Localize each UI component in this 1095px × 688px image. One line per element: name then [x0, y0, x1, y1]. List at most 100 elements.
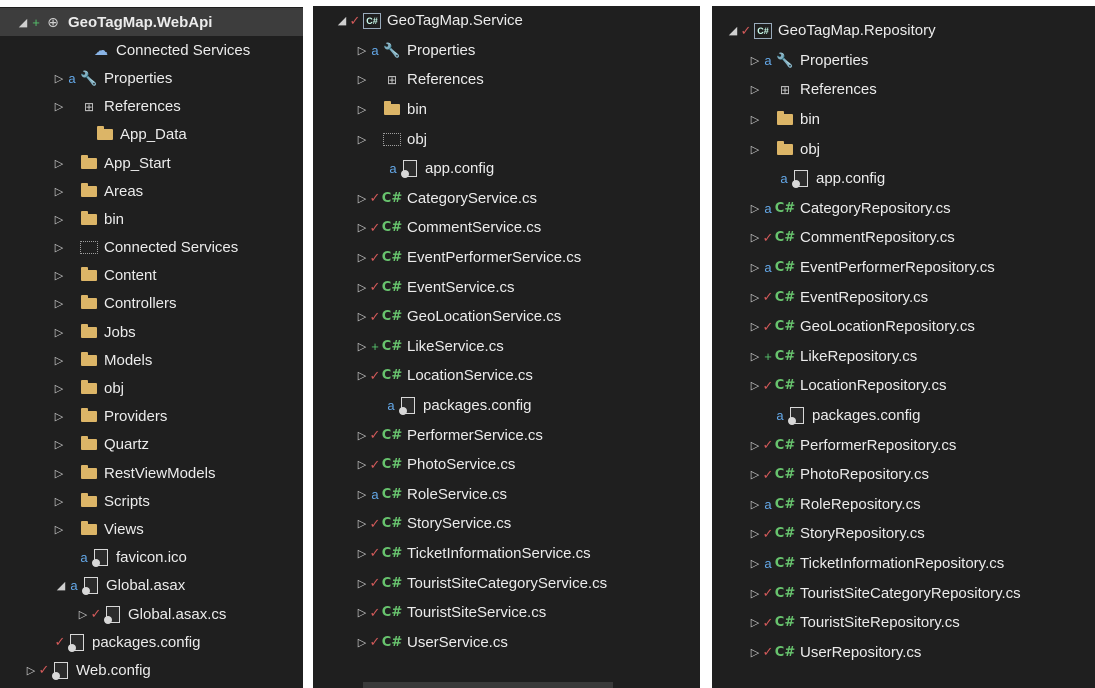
expand-arrow-icon[interactable]: ▷: [355, 429, 369, 442]
tree-item[interactable]: ▷ ✓ C# TouristSiteRepository.cs: [712, 608, 1095, 638]
expand-arrow-icon[interactable]: ▷: [52, 241, 66, 254]
tree-item[interactable]: ▷ + C# LikeRepository.cs: [712, 342, 1095, 372]
tree-item[interactable]: ▷ a C# RoleRepository.cs: [712, 490, 1095, 520]
expand-arrow-icon[interactable]: ▷: [24, 664, 38, 677]
expand-arrow-icon[interactable]: ▷: [52, 100, 66, 113]
expand-arrow-icon[interactable]: ▷: [52, 213, 66, 226]
collapse-arrow-icon[interactable]: ◢: [16, 16, 30, 29]
expand-arrow-icon[interactable]: ▷: [748, 498, 762, 511]
tree-item[interactable]: ▷ Content: [0, 262, 303, 290]
project-node[interactable]: ◢ + ⊕ GeoTagMap.WebApi: [0, 8, 303, 37]
tree-item[interactable]: ▷ Controllers: [0, 290, 303, 318]
collapse-arrow-icon[interactable]: ◢: [726, 24, 740, 37]
expand-arrow-icon[interactable]: ▷: [355, 636, 369, 649]
tree-item[interactable]: ▷ ✓ C# EventPerformerService.cs: [313, 243, 700, 273]
expand-arrow-icon[interactable]: ▷: [355, 547, 369, 560]
tree-item[interactable]: ▷ Connected Services: [0, 234, 303, 262]
tree-item[interactable]: ▷ Jobs: [0, 318, 303, 346]
tree-item[interactable]: ▷ ✓ C# EventRepository.cs: [712, 282, 1095, 312]
expand-arrow-icon[interactable]: ▷: [52, 410, 66, 423]
expand-arrow-icon[interactable]: ▷: [355, 251, 369, 264]
expand-arrow-icon[interactable]: ▷: [748, 231, 762, 244]
tree-item[interactable]: a packages.config: [712, 401, 1095, 431]
expand-arrow-icon[interactable]: ▷: [355, 488, 369, 501]
expand-arrow-icon[interactable]: ▷: [748, 291, 762, 304]
tree-item[interactable]: ▷ ✓ C# TouristSiteService.cs: [313, 598, 700, 628]
expand-arrow-icon[interactable]: ▷: [52, 382, 66, 395]
tree-item[interactable]: ▷ a C# EventPerformerRepository.cs: [712, 253, 1095, 283]
expand-arrow-icon[interactable]: ▷: [355, 340, 369, 353]
tree-item[interactable]: ▷ App_Start: [0, 149, 303, 177]
expand-arrow-icon[interactable]: ▷: [748, 113, 762, 126]
tree-item[interactable]: ▷ Scripts: [0, 487, 303, 515]
tree-item[interactable]: a app.config: [712, 164, 1095, 194]
expand-arrow-icon[interactable]: ▷: [748, 616, 762, 629]
expand-arrow-icon[interactable]: ▷: [748, 54, 762, 67]
tree-item[interactable]: ▷ Quartz: [0, 431, 303, 459]
tree-item[interactable]: ▷ a C# TicketInformationRepository.cs: [712, 549, 1095, 579]
tree-item[interactable]: ▷ ✓ C# EventService.cs: [313, 272, 700, 302]
tree-item[interactable]: ▷ ✓ C# PhotoService.cs: [313, 450, 700, 480]
expand-arrow-icon[interactable]: ▷: [355, 458, 369, 471]
tree-item[interactable]: ▷ ✓ C# PerformerService.cs: [313, 420, 700, 450]
expand-arrow-icon[interactable]: ▷: [748, 350, 762, 363]
tree-item[interactable]: ▷ ✓ C# TouristSiteCategoryService.cs: [313, 568, 700, 598]
expand-arrow-icon[interactable]: ▷: [52, 467, 66, 480]
tree-item[interactable]: ▷ Providers: [0, 403, 303, 431]
expand-arrow-icon[interactable]: ▷: [52, 157, 66, 170]
tree-item[interactable]: ▷ bin: [0, 205, 303, 233]
expand-arrow-icon[interactable]: ▷: [748, 83, 762, 96]
tree-item[interactable]: a favicon.ico: [0, 544, 303, 572]
tree-item[interactable]: ▷ obj: [0, 374, 303, 402]
tree-item[interactable]: ▷ obj: [712, 134, 1095, 164]
expand-arrow-icon[interactable]: ▷: [748, 202, 762, 215]
tree-item[interactable]: ▷ bin: [313, 95, 700, 125]
tree-item[interactable]: ▷ ✓ C# LocationService.cs: [313, 361, 700, 391]
expand-arrow-icon[interactable]: ▷: [76, 608, 90, 621]
tree-item[interactable]: ▷ Models: [0, 346, 303, 374]
tree-item[interactable]: ▷ ✓ C# StoryRepository.cs: [712, 519, 1095, 549]
tree-item[interactable]: ▷ a 🔧 Properties: [0, 64, 303, 92]
tree-item[interactable]: ▷ ✓ C# PhotoRepository.cs: [712, 460, 1095, 490]
tree-item[interactable]: ▷ ✓ C# CategoryService.cs: [313, 184, 700, 214]
tree-item[interactable]: ▷ ✓ C# TicketInformationService.cs: [313, 539, 700, 569]
tree-item[interactable]: App_Data: [0, 121, 303, 149]
expand-arrow-icon[interactable]: ▷: [52, 495, 66, 508]
tree-item[interactable]: ✓ packages.config: [0, 628, 303, 656]
expand-arrow-icon[interactable]: ▷: [355, 192, 369, 205]
tree-item[interactable]: ▷ a 🔧 Properties: [712, 46, 1095, 76]
tree-item[interactable]: ▷ a 🔧 Properties: [313, 36, 700, 66]
tree-item[interactable]: ▷ ✓ C# PerformerRepository.cs: [712, 430, 1095, 460]
tree-item[interactable]: ▷ ✓ C# CommentService.cs: [313, 213, 700, 243]
tree-item[interactable]: ▷ Areas: [0, 177, 303, 205]
expand-arrow-icon[interactable]: ▷: [355, 606, 369, 619]
expand-arrow-icon[interactable]: ▷: [748, 261, 762, 274]
tree-item[interactable]: ▷ a C# CategoryRepository.cs: [712, 194, 1095, 224]
expand-arrow-icon[interactable]: ▷: [52, 185, 66, 198]
expand-arrow-icon[interactable]: ▷: [355, 221, 369, 234]
tree-item[interactable]: ▷ ✓ Web.config: [0, 656, 303, 684]
expand-arrow-icon[interactable]: ▷: [52, 438, 66, 451]
tree-item[interactable]: ◢ a Global.asax: [0, 572, 303, 600]
expand-arrow-icon[interactable]: ▷: [355, 281, 369, 294]
expand-arrow-icon[interactable]: ▷: [748, 557, 762, 570]
expand-arrow-icon[interactable]: ▷: [52, 72, 66, 85]
expand-arrow-icon[interactable]: ▷: [52, 326, 66, 339]
tree-item[interactable]: ▷ bin: [712, 105, 1095, 135]
tree-item[interactable]: ▷ + C# LikeService.cs: [313, 332, 700, 362]
expand-arrow-icon[interactable]: ▷: [355, 73, 369, 86]
expand-arrow-icon[interactable]: ▷: [748, 320, 762, 333]
expand-arrow-icon[interactable]: ▷: [748, 646, 762, 659]
tree-item[interactable]: ▷ ⊞ References: [0, 93, 303, 121]
expand-arrow-icon[interactable]: ▷: [748, 379, 762, 392]
tree-item[interactable]: ▷ ✓ C# TouristSiteCategoryRepository.cs: [712, 578, 1095, 608]
tree-item[interactable]: ▷ a C# RoleService.cs: [313, 480, 700, 510]
expand-arrow-icon[interactable]: ▷: [355, 103, 369, 116]
tree-item[interactable]: a packages.config: [313, 391, 700, 421]
expand-arrow-icon[interactable]: ▷: [748, 439, 762, 452]
expand-arrow-icon[interactable]: ▷: [52, 269, 66, 282]
expand-arrow-icon[interactable]: ▷: [748, 143, 762, 156]
expand-arrow-icon[interactable]: ▷: [355, 577, 369, 590]
expand-arrow-icon[interactable]: ▷: [748, 587, 762, 600]
tree-item[interactable]: ▷ RestViewModels: [0, 459, 303, 487]
